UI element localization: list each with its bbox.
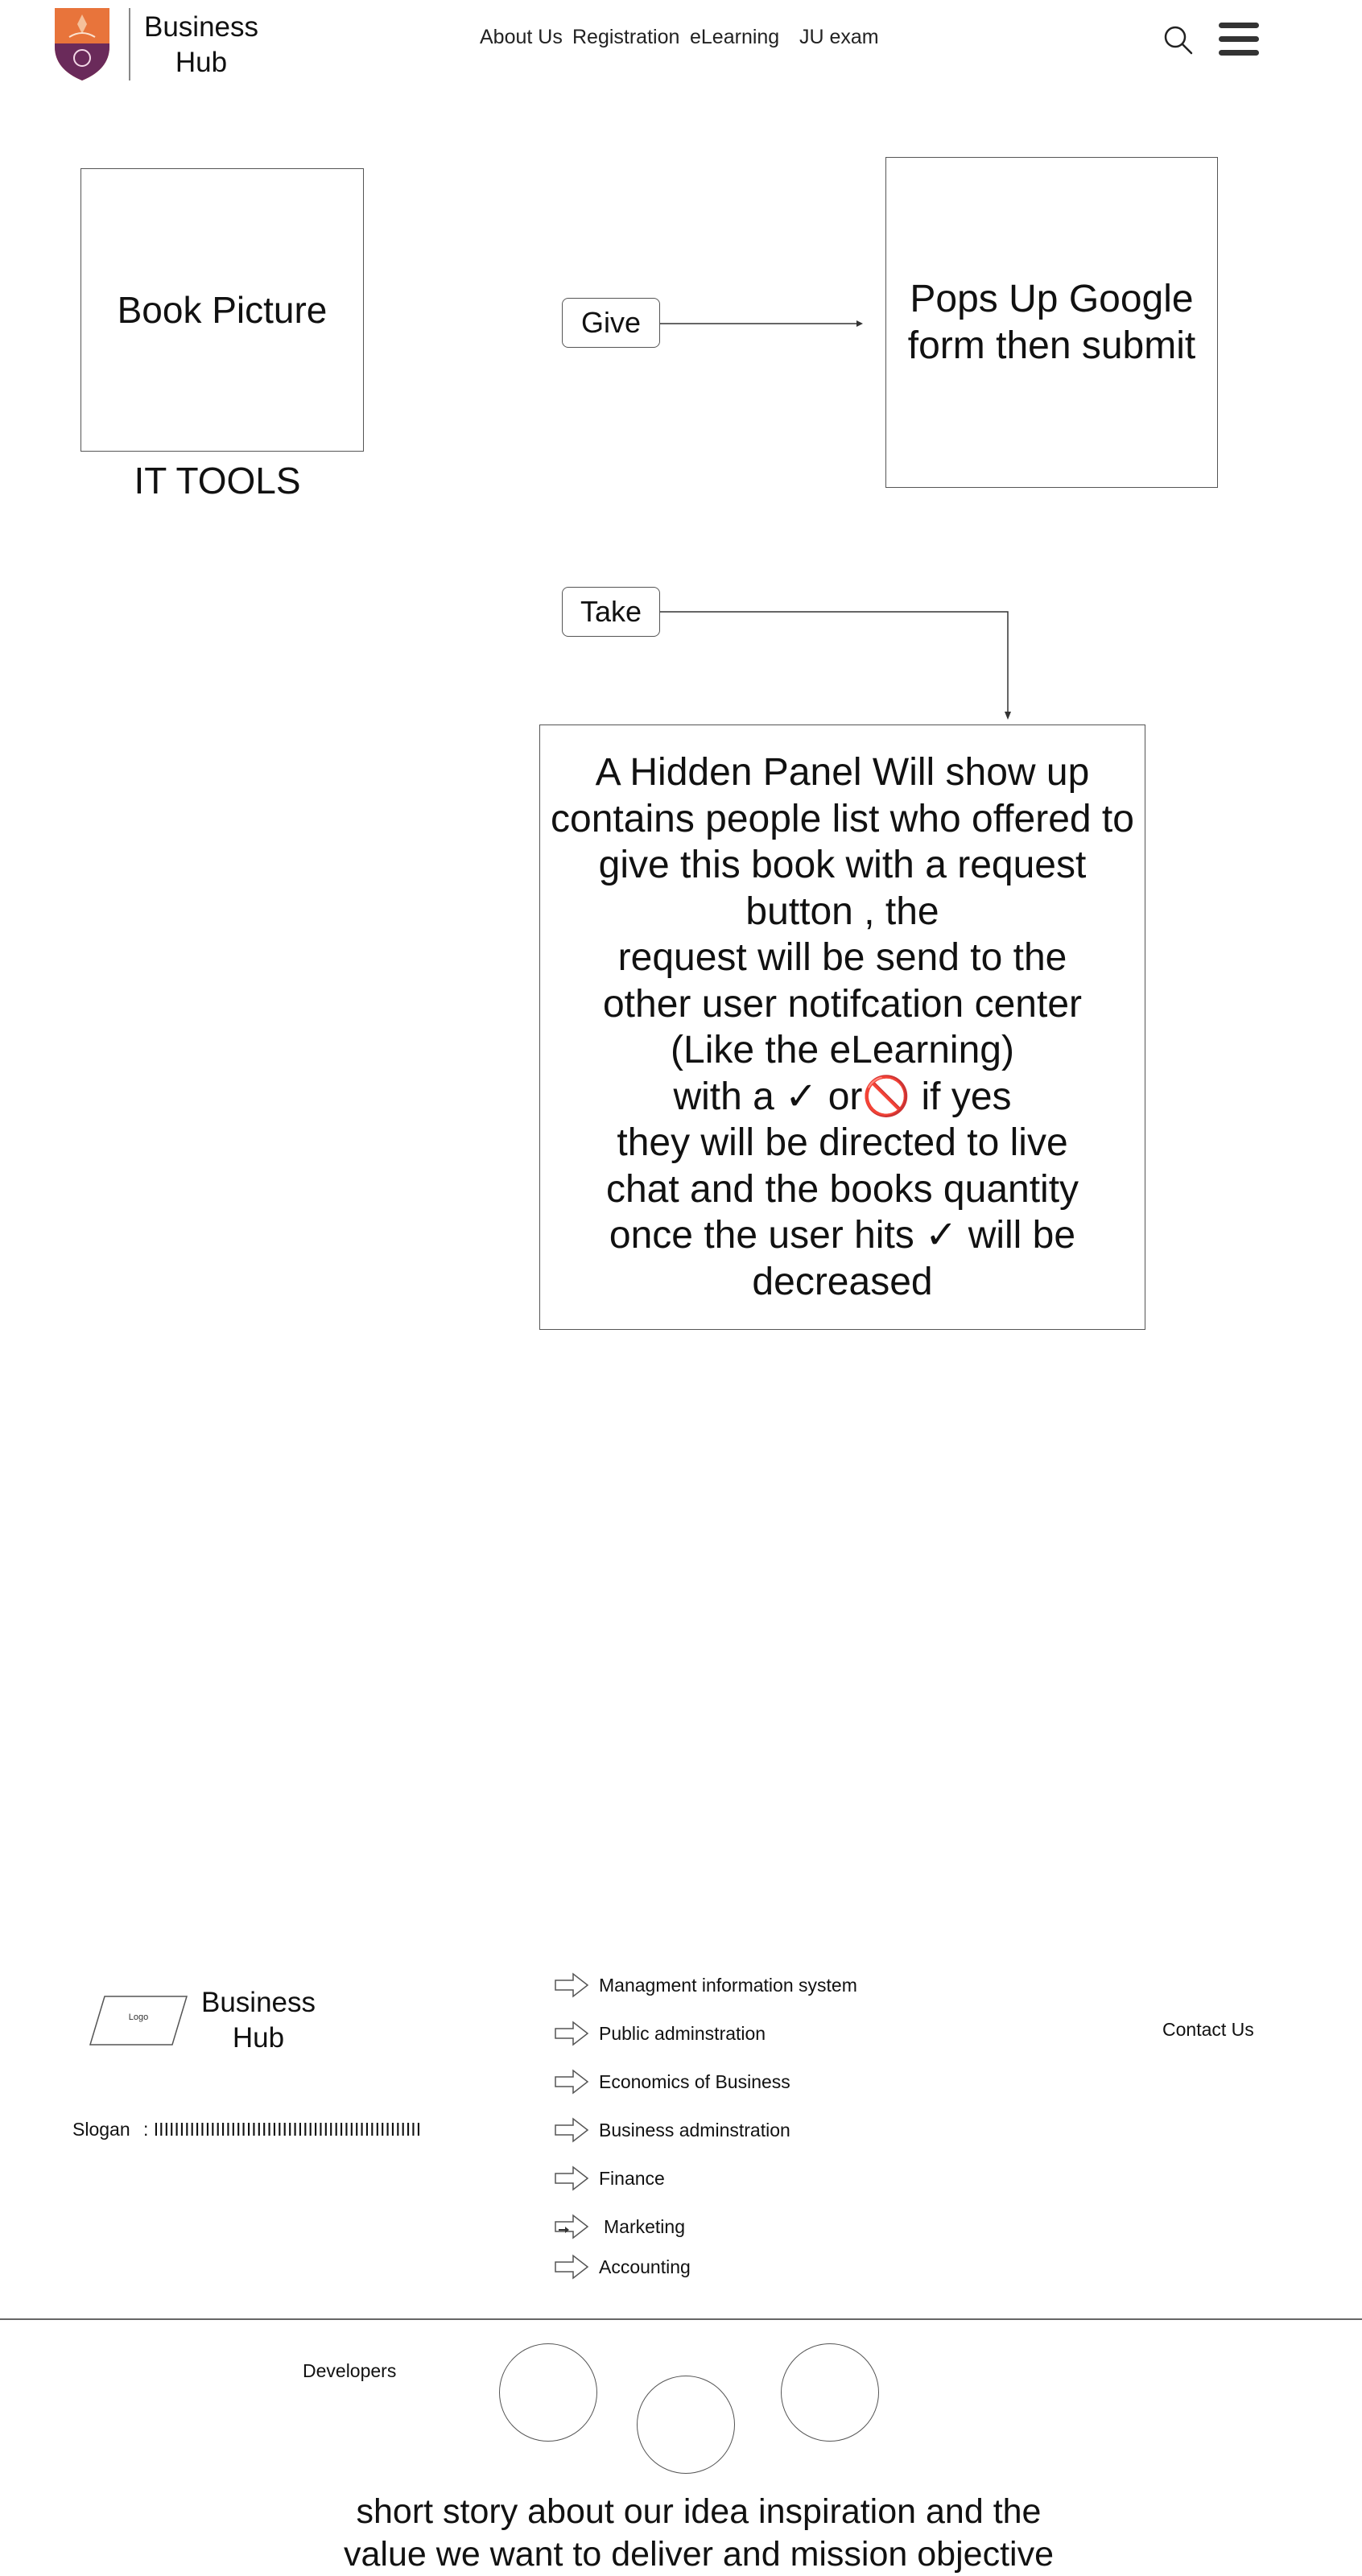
university-crest-logo[interactable] bbox=[52, 5, 113, 82]
slogan-value: : IIIIIIIIIIIIIIIIIIIIIIIIIIIIIIIIIIIIII… bbox=[143, 2119, 422, 2140]
give-button[interactable]: Give bbox=[562, 298, 660, 348]
arrow-right-icon bbox=[555, 2254, 589, 2280]
nav-elearning[interactable]: eLearning bbox=[690, 26, 779, 49]
take-flow-arrow bbox=[660, 604, 1014, 721]
developers-label: Developers bbox=[303, 2360, 397, 2381]
hidden-panel-description: A Hidden Panel Will show up contains peo… bbox=[539, 724, 1145, 1330]
hamburger-menu-icon[interactable] bbox=[1217, 21, 1261, 58]
panel-line: give this book with a request bbox=[598, 844, 1087, 886]
brand-name[interactable]: Business Hub bbox=[137, 10, 266, 80]
arrow-right-icon bbox=[555, 2165, 589, 2191]
footer-category-label: Managment information system bbox=[599, 1974, 857, 1996]
search-icon[interactable] bbox=[1162, 24, 1195, 56]
story-text: short story about our idea inspiration a… bbox=[0, 2491, 1362, 2576]
panel-line: chat and the books quantity bbox=[605, 1167, 1079, 1211]
footer-brand-line-1: Business bbox=[200, 1987, 316, 2018]
footer-category-item[interactable]: Accounting bbox=[554, 2251, 691, 2283]
panel-line: with a ✓ or🚫 if yes bbox=[673, 1075, 1012, 1118]
panel-line: (Like the eLearning) bbox=[671, 1029, 1014, 1071]
footer-category-label: Marketing bbox=[604, 2215, 685, 2237]
developer-avatar[interactable] bbox=[637, 2376, 735, 2474]
book-picture-placeholder: Book Picture bbox=[80, 168, 364, 452]
footer-category-item[interactable]: Public adminstration bbox=[554, 2017, 766, 2050]
footer-category-label: Accounting bbox=[599, 2256, 691, 2277]
give-flow-arrow bbox=[660, 316, 865, 332]
panel-line: they will be directed to live bbox=[617, 1121, 1068, 1164]
footer-brand-line-2: Hub bbox=[232, 2022, 285, 2054]
footer-category-item[interactable]: Managment information system bbox=[554, 1969, 857, 2001]
footer-brand-name: Business Hub bbox=[193, 1985, 324, 2056]
arrow-right-icon bbox=[555, 2021, 589, 2046]
nav-about-us[interactable]: About Us bbox=[480, 26, 563, 49]
footer-category-item[interactable]: Finance bbox=[554, 2162, 665, 2194]
footer-category-item[interactable]: Marketing bbox=[554, 2211, 685, 2243]
panel-line: decreased bbox=[752, 1260, 933, 1303]
footer-category-item[interactable]: Economics of Business bbox=[554, 2066, 790, 2098]
footer-category-label: Business adminstration bbox=[599, 2119, 790, 2140]
slogan-label: Slogan bbox=[72, 2119, 130, 2140]
category-title: IT TOOLS bbox=[134, 460, 301, 502]
developer-avatar[interactable] bbox=[781, 2343, 879, 2442]
footer-category-label: Economics of Business bbox=[599, 2070, 790, 2092]
nav-ju-exam[interactable]: JU exam bbox=[799, 26, 879, 49]
footer-category-item[interactable]: Business adminstration bbox=[554, 2114, 790, 2146]
panel-line: other user notifcation center bbox=[602, 982, 1082, 1026]
footer-divider bbox=[0, 2318, 1362, 2320]
story-line-2: value we want to deliver and mission obj… bbox=[344, 2535, 1054, 2574]
footer-logo-text: Logo bbox=[128, 2013, 149, 2022]
contact-us-link[interactable]: Contact Us bbox=[1162, 2019, 1254, 2041]
book-picture-label: Book Picture bbox=[117, 289, 328, 331]
take-button[interactable]: Take bbox=[562, 587, 660, 637]
panel-line: button , the bbox=[745, 890, 939, 933]
brand-line-1: Business bbox=[143, 11, 259, 43]
panel-line: once the user hits ✓ will be bbox=[609, 1214, 1076, 1257]
google-form-popup-text: Pops Up Google form then submit bbox=[907, 277, 1196, 367]
footer-category-label: Public adminstration bbox=[599, 2022, 766, 2044]
panel-line: request will be send to the bbox=[617, 936, 1067, 979]
story-line-1: short story about our idea inspiration a… bbox=[356, 2492, 1042, 2531]
footer-category-label: Finance bbox=[599, 2167, 665, 2189]
arrow-right-icon bbox=[555, 2117, 589, 2143]
brand-divider bbox=[129, 8, 130, 80]
panel-line: contains people list who offered to bbox=[551, 797, 1134, 840]
arrow-right-icon bbox=[555, 2214, 589, 2240]
footer-logo[interactable]: Logo bbox=[89, 1995, 188, 2046]
arrow-right-icon bbox=[555, 2069, 589, 2095]
slogan: Slogan : IIIIIIIIIIIIIIIIIIIIIIIIIIIIIII… bbox=[72, 2119, 421, 2140]
panel-line: A Hidden Panel Will show up bbox=[595, 751, 1090, 794]
brand-line-2: Hub bbox=[175, 47, 228, 78]
arrow-right-icon bbox=[555, 1972, 589, 1998]
google-form-popup-box: Pops Up Google form then submit bbox=[885, 157, 1218, 488]
developer-avatar[interactable] bbox=[499, 2343, 597, 2442]
nav-registration[interactable]: Registration bbox=[572, 26, 679, 49]
